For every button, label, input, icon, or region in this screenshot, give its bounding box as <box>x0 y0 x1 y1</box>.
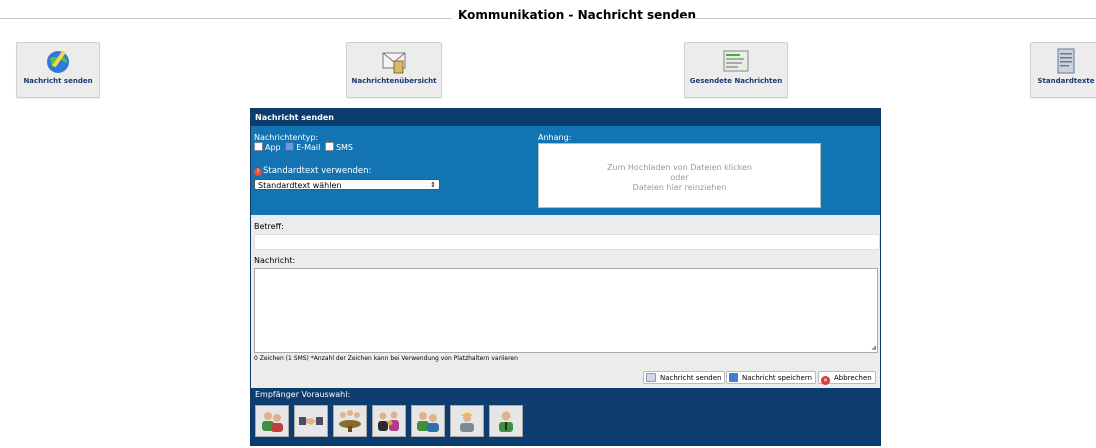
nav-sent-messages-button[interactable]: Gesendete Nachrichten <box>684 42 788 98</box>
subject-input[interactable] <box>254 234 880 250</box>
sent-messages-icon <box>723 50 749 72</box>
select-arrows-icon: ⇕ <box>430 181 436 189</box>
construction-worker-icon <box>460 412 474 432</box>
send-label: Nachricht senden <box>660 374 722 382</box>
message-label: Nachricht: <box>254 256 296 265</box>
attachment-label: Anhang: <box>538 133 572 142</box>
cancel-button[interactable]: ✕ Abbrechen <box>818 371 876 385</box>
person-icon <box>499 411 513 432</box>
recipient-partners-button[interactable] <box>294 405 328 437</box>
app-checkbox[interactable] <box>254 142 263 151</box>
send-message-button[interactable]: Nachricht senden <box>643 371 726 384</box>
recipient-person-button[interactable] <box>489 405 523 437</box>
nav-send-label: Nachricht senden <box>23 77 93 85</box>
template-label-row: ! Standardtext verwenden: <box>254 166 371 176</box>
character-count-note: 0 Zeichen (1 SMS) *Anzahl der Zeichen ka… <box>254 355 518 362</box>
nav-overview-button[interactable]: Nachrichtenübersicht <box>346 42 442 98</box>
meeting-table-icon <box>339 410 361 432</box>
email-label: E-Mail <box>296 143 321 152</box>
template-select[interactable]: Standardtext wählen ⇕ <box>254 179 440 190</box>
message-options-section: Nachrichtentyp: App E-Mail SMS ! Standard… <box>251 126 880 215</box>
recipient-worker-button[interactable] <box>450 405 484 437</box>
recipient-group-people-button[interactable] <box>255 405 289 437</box>
document-stack-icon <box>1057 48 1075 74</box>
sms-label: SMS <box>335 143 353 152</box>
staff-icon <box>417 412 439 432</box>
title-divider-left <box>0 18 452 19</box>
file-drop-zone[interactable]: Zum Hochladen von Dateien klicken oder D… <box>538 143 821 208</box>
message-type-options: App E-Mail SMS <box>254 142 353 152</box>
message-form-panel: Nachricht senden Nachrichtentyp: App E-M… <box>250 108 881 446</box>
nav-send-message-button[interactable]: Nachricht senden <box>16 42 100 98</box>
nav-templates-button[interactable]: Standardtexte <box>1030 42 1096 98</box>
subject-label: Betreff: <box>254 222 284 231</box>
app-label: App <box>265 143 281 152</box>
nav-templates-label: Standardtexte <box>1037 77 1095 85</box>
template-select-value: Standardtext wählen <box>258 181 342 190</box>
panel-title: Nachricht senden <box>251 109 880 126</box>
nav-overview-label: Nachrichtenübersicht <box>351 77 437 85</box>
warning-icon: ! <box>254 168 262 176</box>
template-label: Standardtext verwenden: <box>263 166 372 176</box>
cancel-label: Abbrechen <box>834 374 872 382</box>
globe-pen-icon <box>47 50 69 73</box>
email-checkbox[interactable] <box>285 142 295 151</box>
save-message-button[interactable]: Nachricht speichern <box>726 371 817 384</box>
envelope-icon <box>646 373 656 382</box>
resize-handle-icon[interactable]: ◢ <box>871 344 876 351</box>
handshake-icon <box>299 417 323 425</box>
cancel-x-icon: ✕ <box>821 376 830 385</box>
nav-sent-label: Gesendete Nachrichten <box>689 77 783 85</box>
sms-checkbox[interactable] <box>324 142 334 151</box>
page-header: Kommunikation - Nachricht senden <box>0 0 1096 44</box>
recipient-team-button[interactable] <box>372 405 406 437</box>
team-icon <box>378 411 399 431</box>
message-textarea[interactable]: ◢ <box>254 268 878 353</box>
title-divider-right <box>676 18 1096 19</box>
envelope-hourglass-icon <box>382 52 406 74</box>
save-label: Nachricht speichern <box>742 374 813 382</box>
drop-hint-line3: Dateien hier reinziehen <box>632 183 727 192</box>
drop-hint-line2: oder <box>670 173 689 182</box>
page-title: Kommunikation - Nachricht senden <box>458 8 697 22</box>
people-group-icon <box>262 412 283 432</box>
recipient-staff-button[interactable] <box>411 405 445 437</box>
drop-hint-line1: Zum Hochladen von Dateien klicken <box>607 163 752 172</box>
recipients-label: Empfänger Vorauswahl: <box>255 390 351 399</box>
save-disk-icon <box>729 373 738 382</box>
recipient-meeting-button[interactable] <box>333 405 367 437</box>
recipient-preselection-section: Empfänger Vorauswahl: <box>251 388 880 445</box>
message-type-label: Nachrichtentyp: <box>254 133 319 142</box>
